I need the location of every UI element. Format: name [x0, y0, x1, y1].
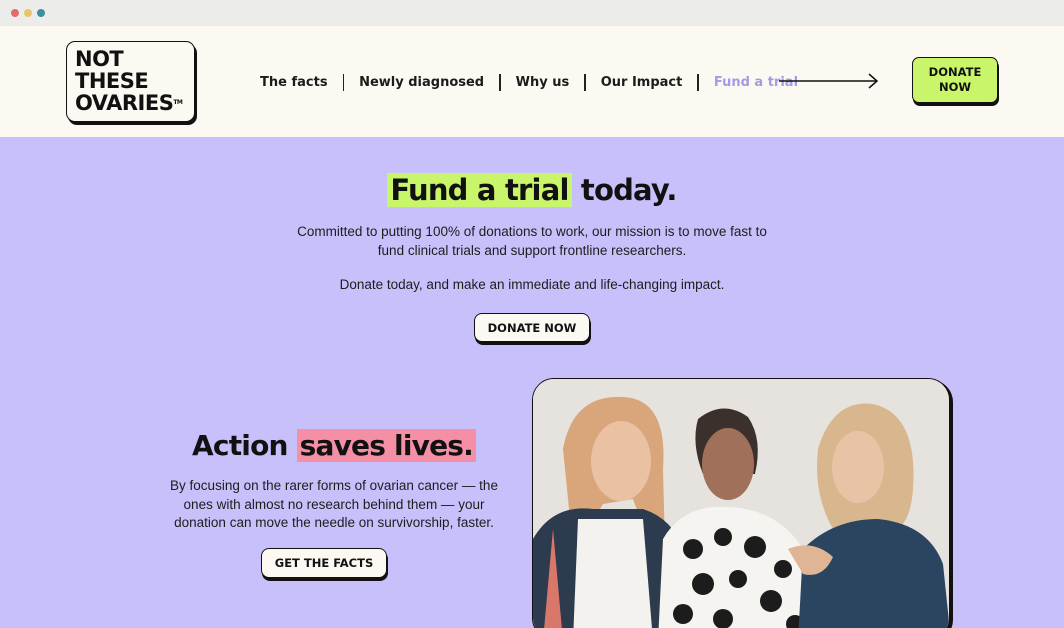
logo-line-1: NOT: [75, 47, 124, 71]
arrow-right-icon: [779, 73, 879, 89]
nav-item-newly-diagnosed[interactable]: Newly diagnosed: [344, 75, 499, 90]
logo[interactable]: NOT THESE OVARIESTM: [66, 41, 195, 122]
hero-donate-button[interactable]: DONATE NOW: [474, 313, 590, 342]
donate-now-button[interactable]: DONATE NOW: [912, 57, 998, 103]
three-women-photo: [532, 378, 950, 628]
minimize-window-icon[interactable]: [24, 9, 32, 17]
maximize-window-icon[interactable]: [37, 9, 45, 17]
action-description-line: By focusing on the rarer forms of ovaria…: [170, 478, 498, 493]
action-description-line: donation can move the needle on survivor…: [174, 515, 494, 530]
hero-description: Committed to putting 100% of donations t…: [0, 222, 1064, 260]
action-title: Action saves lives.: [80, 429, 588, 462]
logo-trademark: TM: [173, 99, 183, 106]
get-the-facts-button[interactable]: GET THE FACTS: [261, 548, 387, 578]
action-title-highlight: saves lives.: [296, 429, 476, 462]
hero-section: Fund a trial today. Committed to putting…: [0, 137, 1064, 628]
close-window-icon[interactable]: [11, 9, 19, 17]
hero-title: Fund a trial today.: [0, 173, 1064, 207]
action-description-line: ones with almost no research behind them…: [183, 496, 485, 512]
hero-title-highlight: Fund a trial: [387, 173, 572, 207]
logo-line-3: OVARIES: [75, 91, 174, 115]
logo-line-2: THESE: [75, 69, 149, 93]
main-nav: The facts Newly diagnosed Why us Our Imp…: [245, 72, 813, 92]
hero-description-line: Committed to putting 100% of donations t…: [297, 224, 767, 239]
nav-item-our-impact[interactable]: Our Impact: [586, 75, 698, 90]
hero-description-line: fund clinical trials and support frontli…: [377, 243, 687, 258]
action-title-plain: Action: [192, 429, 297, 462]
action-description: By focusing on the rarer forms of ovaria…: [80, 477, 588, 533]
hero-subtext: Donate today, and make an immediate and …: [339, 277, 725, 292]
site-header: NOT THESE OVARIESTM The facts Newly diag…: [0, 26, 1064, 137]
hero-title-rest: today.: [571, 173, 678, 207]
photo-illustration: [533, 379, 949, 628]
nav-item-the-facts[interactable]: The facts: [245, 75, 343, 90]
browser-chrome: [0, 0, 1064, 26]
nav-item-why-us[interactable]: Why us: [501, 75, 585, 90]
